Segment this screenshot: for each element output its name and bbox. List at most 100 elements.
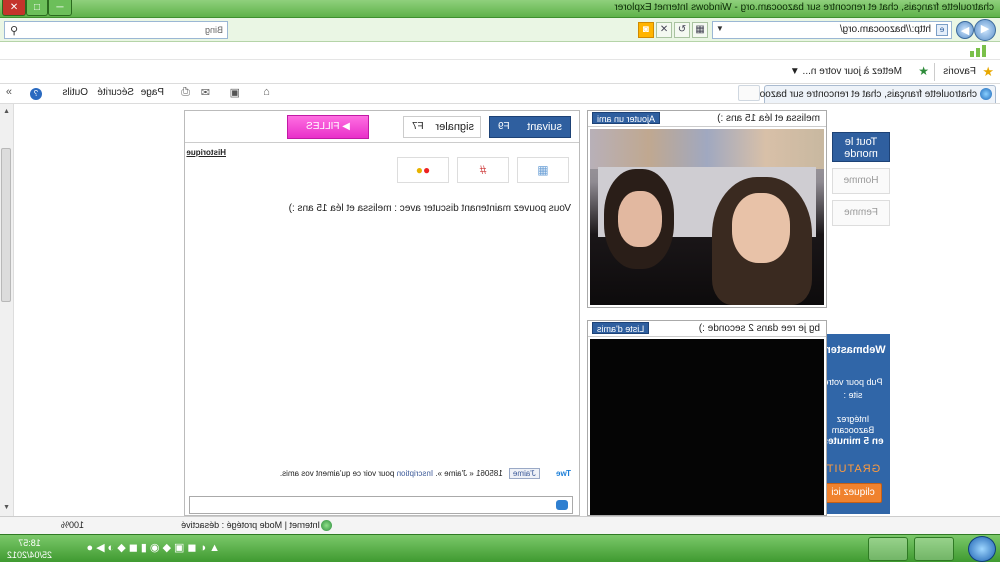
tic-tac-toe-icon[interactable]: #	[457, 157, 509, 183]
chat-system-message: Vous pouvez maintenant discuter avec : m…	[288, 203, 571, 214]
tweet-button[interactable]: Twe	[556, 469, 571, 478]
url-text[interactable]: http://bazoocam.org/	[840, 24, 931, 35]
more-icon[interactable]: »	[6, 86, 12, 98]
wall-posters	[590, 129, 824, 169]
scroll-up-icon[interactable]: ▲	[3, 108, 10, 115]
favorites-bar: ★ Favoris ★ Mettez à jour votre n... ▼	[0, 60, 1000, 84]
scroll-thumb[interactable]	[1, 148, 11, 302]
search-placeholder: Bing	[204, 25, 223, 35]
favorites-star-icon[interactable]: ★	[982, 64, 994, 80]
search-input[interactable]: Bing ⚲	[4, 21, 228, 39]
ad-line2: Intégrez Bazoocam	[831, 414, 875, 435]
zoom-level[interactable]: 100%	[61, 520, 84, 530]
clock-time: 18:57	[18, 538, 41, 548]
url-input[interactable]: e http://bazoocam.org/ ▼	[712, 21, 952, 39]
taskbar: ▲◐◼▣◆◉▮◼◆◑▶● 18:57 25/04/2012	[0, 534, 1000, 562]
ad-gratuit: GRATUIT	[825, 463, 881, 475]
social-bar: Twe J'aime 185061 « J'aime ». Inscriptio…	[280, 468, 571, 479]
connect-four-icon[interactable]: ●●	[397, 157, 449, 183]
self-header: bg je ree dans 2 seconde :) Liste d'amis	[588, 321, 826, 337]
partner-header: melissa et léa 15 ans :) Ajouter un ami	[588, 111, 826, 127]
mail-icon[interactable]: ✉	[201, 86, 210, 99]
menu-page[interactable]: Page	[141, 87, 164, 98]
chevron-down-icon: ▼	[789, 66, 800, 77]
history-link[interactable]: Historique	[186, 148, 226, 157]
home-icon[interactable]: ⌂	[263, 86, 270, 98]
gender-filter: Tout le monde Homme Femme	[832, 132, 890, 232]
page-icon: e	[936, 24, 948, 36]
taskbar-item-ie[interactable]	[868, 537, 908, 561]
chat-controls: suivant F9 signaler F7 ▶ FILLES	[185, 111, 579, 143]
ad-cta-button[interactable]: cliquez ici	[824, 483, 882, 503]
stop-icon[interactable]: ✕	[656, 22, 672, 38]
taskbar-item-folder[interactable]	[914, 537, 954, 561]
back-button[interactable]: ◀	[974, 19, 996, 41]
divider	[934, 63, 935, 81]
add-favorite-icon[interactable]: ★	[918, 64, 929, 78]
self-webcam-video	[590, 339, 824, 515]
chat-bubble-icon	[556, 500, 568, 510]
chat-input[interactable]	[189, 496, 573, 514]
person-face	[732, 193, 790, 263]
filter-tout-le-monde[interactable]: Tout le monde	[832, 132, 890, 162]
favorites-button[interactable]: Favoris	[943, 66, 976, 77]
next-button[interactable]: suivant F9	[489, 116, 571, 138]
self-video-panel: bg je ree dans 2 seconde :) Liste d'amis	[587, 320, 827, 516]
menu-securite[interactable]: Sécurité	[97, 87, 134, 98]
ie-icon	[980, 88, 992, 100]
scroll-down-icon[interactable]: ▼	[3, 504, 10, 511]
like-text: « J'aime ».	[435, 469, 474, 478]
signal-icon	[982, 45, 986, 57]
browser-tab[interactable]: chatroulette français, chat et rencontre…	[751, 85, 996, 103]
print-icon[interactable]: ⎙	[181, 86, 190, 99]
system-clock[interactable]: 18:57 25/04/2012	[7, 537, 52, 561]
compat-view-icon[interactable]: ▦	[692, 22, 708, 38]
refresh-icon[interactable]: ↻	[674, 22, 690, 38]
start-button[interactable]	[968, 536, 996, 562]
inscription-link[interactable]: Inscription	[397, 469, 433, 478]
window-title-bar: chatroulette français, chat et rencontre…	[0, 0, 1000, 18]
close-button[interactable]: ✕	[2, 0, 26, 16]
signal-icon-3	[970, 51, 974, 57]
person-face-2	[618, 191, 662, 247]
ad-line3: en 5 minutes	[822, 436, 884, 447]
mirrored-screen: chatroulette français, chat et rencontre…	[0, 0, 1000, 562]
search-icon[interactable]: ⚲	[10, 24, 18, 37]
self-name: bg je ree dans 2 seconde :)	[698, 323, 820, 334]
report-key: F7	[412, 121, 424, 132]
clock-date: 25/04/2012	[6, 550, 52, 560]
forward-button[interactable]: ▶	[956, 21, 974, 39]
like-count: 185061	[475, 469, 503, 478]
globe-icon	[321, 520, 332, 531]
favorites-item-update[interactable]: Mettez à jour votre n... ▼	[790, 66, 902, 77]
help-icon[interactable]: ?	[30, 88, 42, 100]
feeds-icon[interactable]: ▣	[230, 86, 240, 99]
tab-title: chatroulette français, chat et rencontre…	[751, 89, 977, 100]
filles-button[interactable]: ▶ FILLES	[287, 115, 369, 139]
ad-line1: Pub pour votre site :	[823, 377, 883, 400]
partner-video-panel: melissa et léa 15 ans :) Ajouter un ami	[587, 110, 827, 308]
blocks-game-icon[interactable]: ▦	[517, 157, 569, 183]
window-title: chatroulette français, chat et rencontre…	[614, 2, 994, 13]
maximize-button[interactable]: □	[26, 0, 48, 16]
webmasters-ad: Webmasters Pub pour votre site : Intégre…	[816, 334, 890, 514]
next-label: suivant	[527, 121, 562, 133]
vertical-scrollbar[interactable]: ▲ ▼	[0, 104, 14, 516]
filter-homme[interactable]: Homme	[832, 168, 890, 194]
new-tab-button[interactable]	[738, 85, 760, 101]
status-bar: Internet | Mode protégé : désactivé 100%	[0, 516, 1000, 534]
signal-icon-2	[976, 48, 980, 57]
address-bar: ◀ ▶ e http://bazoocam.org/ ▼ ▦ ↻ ✕ ◙ Bin…	[0, 18, 1000, 42]
feed-icon[interactable]: ◙	[638, 22, 654, 38]
like-button[interactable]: J'aime	[508, 468, 540, 479]
minimize-button[interactable]: ─	[48, 0, 72, 16]
menu-outils[interactable]: Outils	[62, 87, 88, 98]
security-zone: Internet | Mode protégé : désactivé	[181, 520, 320, 530]
friends-list-button[interactable]: Liste d'amis	[592, 322, 650, 334]
url-dropdown-icon[interactable]: ▼	[716, 24, 724, 33]
system-tray-icons[interactable]: ▲◐◼▣◆◉▮◼◆◑▶●	[83, 541, 220, 554]
report-button[interactable]: signaler F7	[403, 116, 481, 138]
partner-name: melissa et léa 15 ans :)	[717, 113, 820, 124]
filter-femme[interactable]: Femme	[832, 200, 890, 226]
add-friend-button[interactable]: Ajouter un ami	[592, 112, 661, 124]
